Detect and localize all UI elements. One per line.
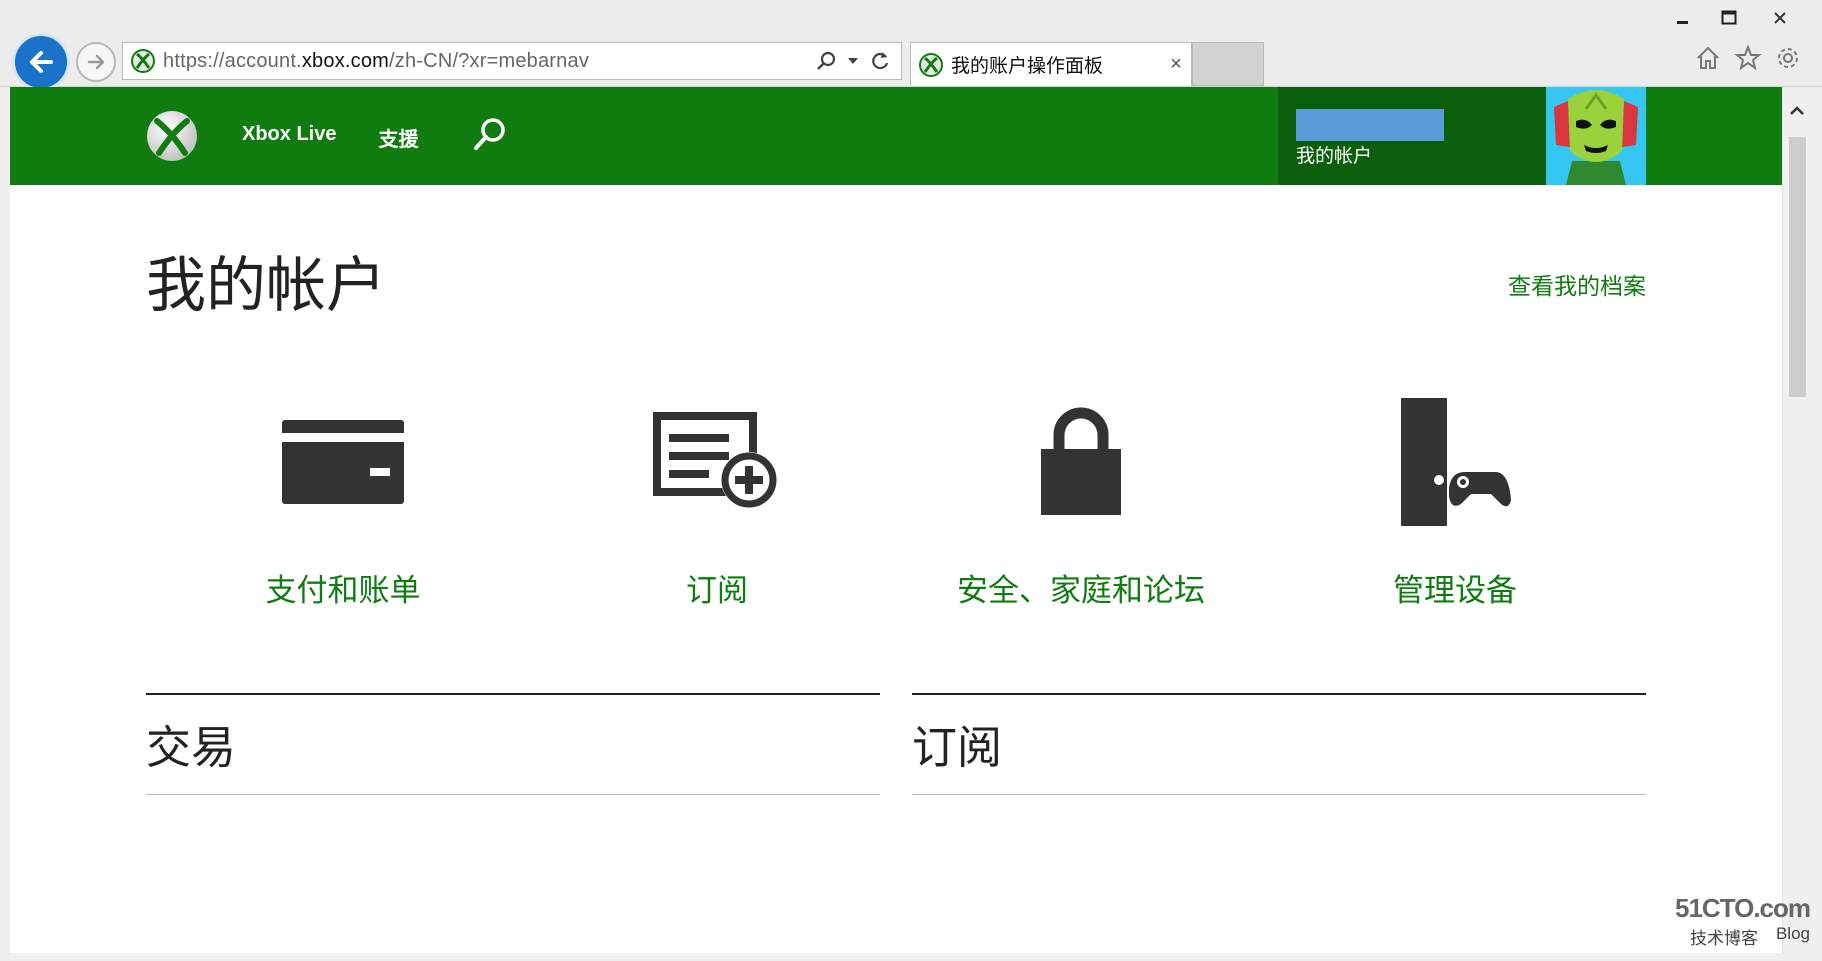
scrollbar-thumb[interactable] bbox=[1789, 137, 1806, 397]
home-icon bbox=[1697, 46, 1719, 69]
account-label: 我的帐户 bbox=[1296, 146, 1373, 167]
section-transactions: 交易 bbox=[146, 693, 880, 795]
section-title[interactable]: 交易 bbox=[146, 711, 236, 776]
minimize-button[interactable] bbox=[1660, 4, 1706, 32]
back-button[interactable] bbox=[12, 33, 70, 91]
tab-close-button[interactable]: × bbox=[1161, 53, 1191, 76]
chevron-up-icon[interactable] bbox=[1789, 103, 1805, 119]
watermark-line2: Blog bbox=[1775, 924, 1810, 943]
watermark: 51CTO.com 技术博客 Blog bbox=[1674, 893, 1811, 949]
favorites-button[interactable] bbox=[1734, 44, 1762, 72]
nav-support[interactable]: 支援 bbox=[378, 123, 418, 152]
vertical-scrollbar[interactable] bbox=[1782, 87, 1810, 953]
watermark-line1: 技术博客 bbox=[1689, 929, 1758, 948]
xbox-favicon-icon bbox=[131, 49, 155, 73]
alien-avatar-icon bbox=[1546, 87, 1646, 185]
tab-title: 我的账户操作面板 bbox=[951, 56, 1104, 77]
search-icon[interactable] bbox=[815, 50, 837, 72]
gear-icon bbox=[1778, 48, 1798, 68]
tile-label: 支付和账单 bbox=[265, 573, 421, 608]
address-bar[interactable]: https://account.xbox.com/zh-CN/?xr=mebar… bbox=[122, 42, 902, 80]
page-viewport: Xbox Live 支援 我的帐户 我的帐户 查看我的档案 支付和账单 订阅 安… bbox=[10, 87, 1782, 953]
xbox-favicon-icon bbox=[919, 52, 943, 77]
section-subscriptions: 订阅 bbox=[912, 693, 1646, 795]
nav-xbox-live[interactable]: Xbox Live bbox=[242, 123, 336, 152]
tile-label: 安全、家庭和论坛 bbox=[957, 573, 1205, 608]
page-title: 我的帐户 bbox=[146, 252, 386, 319]
lock-icon bbox=[1041, 407, 1121, 515]
dropdown-icon[interactable] bbox=[847, 55, 859, 67]
console-controller-icon bbox=[1401, 398, 1511, 526]
browser-chrome: https://account.xbox.com/zh-CN/?xr=mebar… bbox=[0, 0, 1822, 91]
tile-payment-billing[interactable]: 支付和账单 bbox=[198, 387, 488, 627]
redacted-gamertag bbox=[1296, 109, 1444, 141]
xbox-logo-icon[interactable] bbox=[145, 109, 199, 163]
url-text[interactable]: https://account.xbox.com/zh-CN/?xr=mebar… bbox=[163, 50, 815, 73]
new-tab-button[interactable] bbox=[1192, 42, 1264, 86]
close-window-button[interactable] bbox=[1752, 4, 1808, 32]
subscription-add-icon bbox=[653, 412, 777, 508]
search-icon[interactable] bbox=[470, 115, 510, 155]
arrow-right-icon bbox=[87, 54, 105, 70]
xbox-header: Xbox Live 支援 我的帐户 bbox=[10, 87, 1782, 185]
arrow-left-icon bbox=[30, 51, 53, 73]
settings-button[interactable] bbox=[1774, 44, 1802, 72]
credit-card-icon bbox=[282, 420, 404, 504]
view-profile-link[interactable]: 查看我的档案 bbox=[1508, 267, 1646, 301]
tile-manage-devices[interactable]: 管理设备 bbox=[1310, 387, 1600, 627]
tile-subscriptions[interactable]: 订阅 bbox=[572, 387, 862, 627]
tile-label: 管理设备 bbox=[1393, 573, 1517, 608]
forward-button[interactable] bbox=[76, 42, 116, 82]
section-title[interactable]: 订阅 bbox=[912, 711, 1002, 776]
window-controls bbox=[1660, 4, 1808, 32]
tile-label: 订阅 bbox=[686, 573, 748, 608]
star-icon bbox=[1735, 45, 1761, 71]
avatar[interactable] bbox=[1546, 87, 1646, 185]
refresh-icon[interactable] bbox=[869, 50, 891, 72]
watermark-site: 51CTO.com bbox=[1674, 893, 1811, 923]
maximize-button[interactable] bbox=[1706, 4, 1752, 32]
tile-security-family-forums[interactable]: 安全、家庭和论坛 bbox=[936, 387, 1226, 627]
tab-active[interactable]: 我的账户操作面板 × bbox=[910, 42, 1192, 86]
account-menu[interactable]: 我的帐户 bbox=[1278, 87, 1546, 185]
home-button[interactable] bbox=[1694, 44, 1722, 72]
